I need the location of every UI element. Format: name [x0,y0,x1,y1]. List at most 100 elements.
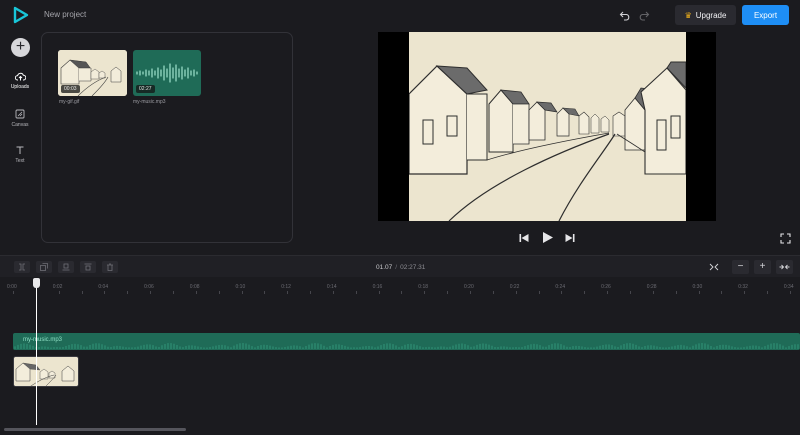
media-item-gif[interactable]: 00:03 [58,50,127,96]
delete-button[interactable] [102,261,118,273]
media-panel: 00:03 my-gif.gif 02:27 my-music.mp3 [41,32,293,243]
timecode: 01.07/02:27.31 [376,264,425,271]
ruler-tick [789,291,791,294]
playhead-handle[interactable] [33,278,40,288]
time-separator: / [395,264,398,271]
duplicate-icon [40,263,48,271]
video-preview[interactable] [378,32,716,222]
align-bottom-button[interactable] [58,261,74,273]
timeline-scrollbar[interactable] [4,428,186,431]
ruler-tick [13,291,14,294]
ruler-tick-label: 0:00 [7,284,17,290]
ruler-tick [675,291,677,294]
upgrade-button[interactable]: ♛ Upgrade [675,5,736,25]
zoom-in-button[interactable]: + [754,260,771,274]
split-button[interactable] [14,261,30,273]
media-item-audio[interactable]: 02:27 [133,50,201,96]
ruler-tick [584,291,586,294]
duration-badge: 02:27 [136,85,155,93]
ruler-tick [515,291,517,294]
sidebar-item-label: Text [15,158,25,164]
ruler-tick-label: 0:10 [235,284,246,290]
ruler-tick [287,291,289,294]
sidebar-item-label: Uploads [10,84,30,90]
align-top-icon [84,263,92,271]
playhead[interactable] [36,287,37,425]
ruler-tick [150,291,152,294]
project-name[interactable]: New project [44,10,86,19]
audio-clip[interactable]: my-music.mp3 [13,333,800,350]
ruler-tick-label: 0:06 [144,284,154,290]
media-item-label: my-music.mp3 [133,99,166,105]
ruler-tick [401,291,403,294]
timeline-toolbar: 01.07/02:27.31 − + [0,255,800,277]
ruler-tick-label: 0:20 [464,284,474,290]
ruler-tick [721,291,723,294]
ruler-tick [218,291,220,294]
timeline-ruler[interactable]: 0:00 0:02 0:04 0:06 0:08 0:10 0:12 0:14 0:16 0:18… [0,278,800,294]
street-illustration [408,32,687,222]
fit-timeline-icon[interactable] [709,263,719,271]
ruler-tick-label: 0:28 [646,284,657,290]
current-time: 01.07 [376,264,393,271]
add-media-button[interactable]: + [11,38,30,57]
ruler-tick-label: 0:24 [555,284,566,290]
ruler-tick-label: 0:14 [326,284,337,290]
ruler-tick [172,291,174,294]
ruler-tick [378,291,380,294]
zoom-out-button[interactable]: − [732,260,749,274]
ruler-tick [492,291,494,294]
ruler-tick [744,291,746,294]
ruler-tick [698,291,700,294]
ruler-tick-label: 0:26 [601,284,611,290]
ruler-tick [607,291,609,294]
media-item-label: my-gif.gif [59,99,80,105]
sidebar-item-canvas[interactable]: Canvas [0,109,40,128]
fullscreen-icon[interactable] [780,233,791,244]
ruler-tick-label: 0:30 [692,284,703,290]
canvas-icon [15,109,25,119]
logo-icon[interactable] [12,6,30,24]
ruler-tick [538,291,540,294]
preview-frame [408,32,687,222]
ruler-tick [355,291,357,294]
duplicate-button[interactable] [36,261,52,273]
skip-back-icon[interactable] [518,232,530,244]
ruler-tick-label: 0:04 [98,284,109,290]
ruler-tick [424,291,426,294]
ruler-tick-label: 0:16 [372,284,383,290]
ruler-tick-label: 0:08 [189,284,200,290]
skip-forward-icon[interactable] [564,232,576,244]
redo-icon[interactable] [638,9,650,21]
ruler-tick [332,291,334,294]
crown-icon: ♛ [684,10,692,20]
ruler-tick [127,291,129,294]
sidebar-item-label: Canvas [11,122,29,128]
sidebar-item-text[interactable]: Text [0,145,40,164]
ruler-tick [470,291,471,294]
left-sidebar: + Uploads Canvas Text [0,30,40,255]
ruler-tick-label: 0:12 [281,284,291,290]
play-icon[interactable] [541,231,554,244]
video-clip[interactable] [13,356,79,387]
ruler-tick [81,291,83,294]
export-button[interactable]: Export [742,5,789,25]
align-bottom-icon [62,263,70,271]
ruler-tick [58,291,60,294]
clip-thumbnail [14,357,78,386]
undo-icon[interactable] [619,9,631,21]
ruler-tick-label: 0:22 [509,284,520,290]
fit-to-screen-button[interactable] [776,260,793,274]
ruler-tick [767,291,769,294]
sidebar-item-uploads[interactable]: Uploads [0,72,40,90]
fit-icon [779,264,790,270]
ruler-tick [104,291,106,294]
align-top-button[interactable] [80,261,96,273]
audio-clip-label: my-music.mp3 [23,337,63,343]
total-time: 02:27.31 [400,264,426,271]
ruler-tick-label: 0:02 [52,284,63,290]
text-icon [16,146,24,154]
ruler-tick [561,291,563,294]
audio-waveform [14,343,799,349]
ruler-tick [652,291,654,294]
